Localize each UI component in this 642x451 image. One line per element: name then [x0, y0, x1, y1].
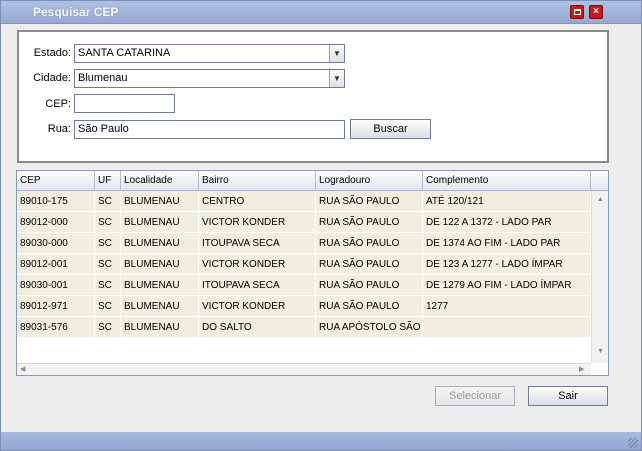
cell-logradouro: RUA SÃO PAULO — [316, 233, 423, 254]
table-row[interactable]: 89012-001 SC BLUMENAU VICTOR KONDER RUA SÃO … — [17, 254, 591, 275]
maximize-icon — [574, 9, 581, 15]
cell-complemento: DE 122 A 1372 - LADO PAR — [423, 212, 591, 233]
cell-bairro: CENTRO — [199, 191, 316, 212]
cell-uf: SC — [95, 233, 121, 254]
cell-localidade: BLUMENAU — [121, 212, 199, 233]
cell-bairro: ITOUPAVA SECA — [199, 233, 316, 254]
cell-complemento: DE 123 A 1277 - LADO ÍMPAR — [423, 254, 591, 275]
results-grid: CEP UF Localidade Bairro Logradouro Comp… — [16, 170, 609, 376]
cell-logradouro: RUA SÃO PAULO — [316, 191, 423, 212]
cell-bairro: ITOUPAVA SECA — [199, 275, 316, 296]
rua-label: Rua: — [47, 123, 71, 135]
cell-uf: SC — [95, 317, 121, 338]
cell-localidade: BLUMENAU — [121, 254, 199, 275]
sair-button[interactable]: Sair — [528, 386, 608, 406]
estado-label: Estado: — [33, 47, 71, 59]
cell-uf: SC — [95, 191, 121, 212]
column-header-complemento[interactable]: Complemento — [423, 171, 591, 191]
cidade-select[interactable]: Blumenau ▼ — [74, 69, 345, 88]
column-header-bairro[interactable]: Bairro — [199, 171, 316, 191]
cell-cep: 89012-971 — [17, 296, 95, 317]
chevron-down-icon[interactable]: ▼ — [329, 70, 344, 87]
cell-logradouro: RUA APÓSTOLO SÃO — [316, 317, 423, 338]
cell-logradouro: RUA SÃO PAULO — [316, 254, 423, 275]
cell-cep: 89010-175 — [17, 191, 95, 212]
scroll-left-icon[interactable]: ◀ — [20, 365, 25, 373]
scroll-down-icon[interactable]: ▼ — [597, 348, 604, 355]
table-row[interactable]: 89012-000 SC BLUMENAU VICTOR KONDER RUA SÃO … — [17, 212, 591, 233]
window-edge — [627, 24, 641, 432]
cell-uf: SC — [95, 212, 121, 233]
cell-logradouro: RUA SÃO PAULO — [316, 275, 423, 296]
cell-localidade: BLUMENAU — [121, 191, 199, 212]
cell-logradouro: RUA SÃO PAULO — [316, 212, 423, 233]
estado-value: SANTA CATARINA — [78, 47, 171, 59]
column-header-cep[interactable]: CEP — [17, 171, 95, 191]
search-form: Estado: SANTA CATARINA ▼ Cidade: Blumena… — [17, 30, 609, 163]
estado-select[interactable]: SANTA CATARINA ▼ — [74, 44, 345, 63]
cell-cep: 89030-001 — [17, 275, 95, 296]
cell-cep: 89031-576 — [17, 317, 95, 338]
window-title: Pesquisar CEP — [33, 5, 119, 19]
scroll-up-icon[interactable]: ▲ — [597, 196, 604, 203]
cell-complemento: 1277 — [423, 296, 591, 317]
grid-header: CEP UF Localidade Bairro Logradouro Comp… — [17, 171, 608, 191]
column-header-logradouro[interactable]: Logradouro — [316, 171, 423, 191]
table-row[interactable]: 89012-971 SC BLUMENAU VICTOR KONDER RUA SÃO … — [17, 296, 591, 317]
cell-logradouro: RUA SÃO PAULO — [316, 296, 423, 317]
table-row[interactable]: 89031-576 SC BLUMENAU DO SALTO RUA APÓSTOLO … — [17, 317, 591, 338]
resize-grip-icon[interactable] — [628, 438, 638, 448]
close-button[interactable]: × — [589, 5, 603, 19]
cell-localidade: BLUMENAU — [121, 317, 199, 338]
close-icon: × — [593, 6, 599, 17]
cell-bairro: VICTOR KONDER — [199, 254, 316, 275]
cell-complemento: DE 1374 AO FIM - LADO PAR — [423, 233, 591, 254]
scroll-right-icon[interactable]: ▶ — [579, 365, 584, 373]
cell-uf: SC — [95, 254, 121, 275]
horizontal-scrollbar[interactable]: ◀ ▶ — [17, 363, 591, 375]
cell-bairro: DO SALTO — [199, 317, 316, 338]
cell-cep: 89012-000 — [17, 212, 95, 233]
table-row[interactable]: 89030-001 SC BLUMENAU ITOUPAVA SECA RUA SÃO … — [17, 275, 591, 296]
rua-value: São Paulo — [78, 123, 129, 135]
cell-uf: SC — [95, 296, 121, 317]
table-row[interactable]: 89030-000 SC BLUMENAU ITOUPAVA SECA RUA SÃO … — [17, 233, 591, 254]
cidade-label: Cidade: — [33, 72, 71, 84]
title-bar[interactable]: Pesquisar CEP × — [1, 1, 641, 24]
search-cep-window: Pesquisar CEP × Estado: SANTA CATARINA ▼… — [0, 0, 642, 451]
cell-uf: SC — [95, 275, 121, 296]
buscar-button[interactable]: Buscar — [350, 119, 431, 139]
vertical-scrollbar[interactable]: ▲ ▼ — [591, 191, 608, 363]
table-row[interactable]: 89010-175 SC BLUMENAU CENTRO RUA SÃO PAULO AT… — [17, 191, 591, 212]
cell-cep: 89012-001 — [17, 254, 95, 275]
cell-cep: 89030-000 — [17, 233, 95, 254]
cell-complemento — [423, 317, 591, 338]
chevron-down-icon[interactable]: ▼ — [329, 45, 344, 62]
cell-localidade: BLUMENAU — [121, 275, 199, 296]
rua-input[interactable]: São Paulo — [74, 120, 345, 139]
cell-localidade: BLUMENAU — [121, 233, 199, 254]
cep-label: CEP: — [45, 98, 71, 110]
cidade-value: Blumenau — [78, 72, 128, 84]
cell-bairro: VICTOR KONDER — [199, 296, 316, 317]
column-header-localidade[interactable]: Localidade — [121, 171, 199, 191]
column-header-uf[interactable]: UF — [95, 171, 121, 191]
cell-complemento: DE 1279 AO FIM - LADO ÍMPAR — [423, 275, 591, 296]
selecionar-button[interactable]: Selecionar — [435, 386, 515, 406]
cell-localidade: BLUMENAU — [121, 296, 199, 317]
cell-bairro: VICTOR KONDER — [199, 212, 316, 233]
status-bar — [1, 432, 641, 450]
cep-input[interactable] — [74, 94, 175, 113]
cell-complemento: ATÉ 120/121 — [423, 191, 591, 212]
maximize-button[interactable] — [570, 5, 584, 19]
